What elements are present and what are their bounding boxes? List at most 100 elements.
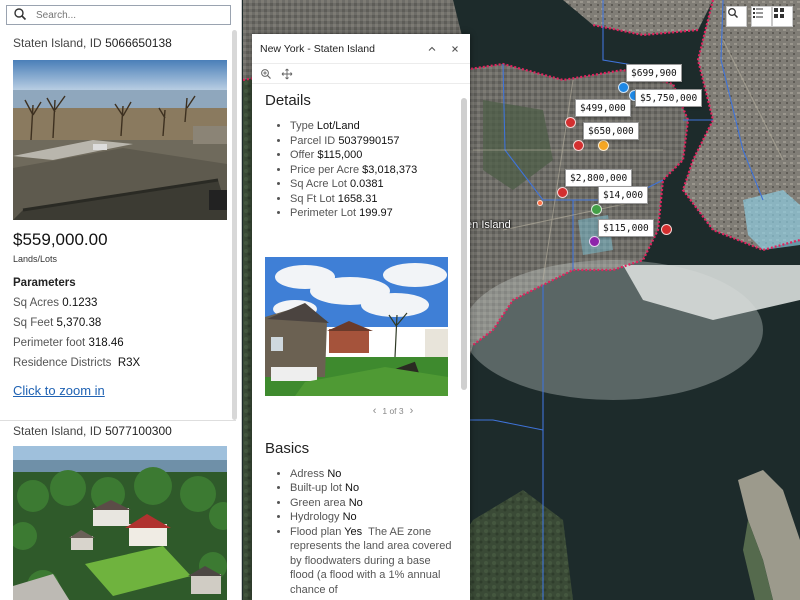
param-value: 5,370.38 [56,317,102,329]
detail-item: Price per Acre $3,018,373 [290,163,455,178]
search-input[interactable] [36,9,216,21]
listing-divider [0,420,236,421]
param-residence-district: Residence Districts R3X [13,357,228,369]
search-icon [728,8,739,19]
grid-icon [774,8,784,18]
listing-card[interactable]: Staten Island, ID 5066650138 $559,000.00… [13,36,228,398]
price-tag[interactable]: $2,800,000 [565,169,633,187]
chevron-up-icon [428,46,436,51]
map-search-button[interactable] [726,6,747,27]
param-value: R3X [117,357,141,369]
basic-item: Built-up lot No [290,481,455,496]
search-box[interactable] [6,5,231,25]
price-tag[interactable]: $699,900 [626,64,682,82]
map-pin[interactable] [565,117,576,128]
popup-toolbar [252,64,470,84]
basic-item: Flood plan Yes The AE zone represents th… [290,525,455,598]
map-pin[interactable] [589,236,600,247]
map-pin[interactable] [573,140,584,151]
price-tag[interactable]: $499,000 [575,99,631,117]
listing-card[interactable]: Staten Island, ID 5077100300 [13,424,228,600]
detail-value: $115,000 [317,149,363,161]
price-tag[interactable]: $14,000 [598,186,649,204]
map-legend-button[interactable] [751,6,772,27]
popup-title: New York - Staten Island [260,42,375,55]
param-label: Sq Feet [13,317,54,329]
basic-label: Flood plan [290,525,342,538]
param-value: 318.46 [88,337,124,349]
listing-id: 5066650138 [105,36,172,50]
listing-photo[interactable] [13,60,227,220]
map-pin[interactable] [618,82,629,93]
listing-scrollbar[interactable] [232,30,237,420]
basic-item: Green area No [290,496,455,511]
detail-item: Parcel ID 5037990157 [290,134,455,149]
zoom-to-button[interactable] [258,66,274,82]
listing-title-prefix: Staten Island, ID [13,36,102,50]
collapse-button[interactable] [424,41,440,57]
detail-item: Offer $115,000 [290,148,455,163]
detail-label: Parcel ID [290,134,336,147]
basic-label: Built-up lot [290,482,342,494]
move-icon [281,68,293,79]
detail-label: Perimeter Lot [290,207,357,219]
detail-label: Sq Acre Lot [290,178,347,190]
popup-pager: ‹ 1 of 3 › [343,405,443,417]
detail-item: Perimeter Lot 199.97 [290,206,455,221]
basic-label: Green area [290,496,346,509]
detail-value: 199.97 [359,207,393,219]
prev-photo-button[interactable]: ‹ [367,405,383,417]
map-pin[interactable] [598,140,609,151]
map-pin[interactable] [537,200,543,206]
detail-label: Type [290,120,314,132]
popup-content: Details Type Lot/Land Parcel ID 50379901… [265,92,455,597]
param-sq-acres: Sq Acres 0.1233 [13,297,228,309]
param-perimeter: Perimeter foot 318.46 [13,337,228,349]
price-tag[interactable]: $5,750,000 [635,89,703,107]
basic-value: No [348,496,363,509]
basic-label: Hydrology [290,511,340,523]
listing-price: $559,000.00 [13,230,108,249]
basics-list: Adress No Built-up lot No Green area No … [265,467,455,598]
close-button[interactable] [447,41,463,57]
map-pin[interactable] [661,224,672,235]
detail-item: Sq Ft Lot 1658.31 [290,192,455,207]
param-label: Perimeter foot [13,337,86,349]
detail-item: Sq Acre Lot 0.0381 [290,177,455,192]
popup-scrollbar[interactable] [461,98,467,390]
map-pin[interactable] [557,187,568,198]
listing-photo[interactable] [13,446,227,600]
basic-value: No [345,482,360,494]
zoom-in-link[interactable]: Click to zoom in [13,383,228,398]
popup-photo[interactable] [265,256,448,396]
detail-label: Price per Acre [290,163,360,176]
param-value: 0.1233 [62,297,98,309]
detail-value: 1658.31 [337,192,378,205]
detail-value: 0.0381 [349,178,384,190]
listing-id: 5077100300 [105,424,172,438]
param-label: Residence Districts [13,357,112,369]
detail-label: Offer [290,149,315,161]
listing-title-prefix: Staten Island, ID [13,424,102,438]
pan-button[interactable] [279,66,295,82]
basic-value: No [342,511,357,523]
map-place-label: ten Island [463,219,511,231]
param-label: Sq Acres [13,297,60,309]
price-tag[interactable]: $650,000 [583,122,639,140]
pager-text: 1 of 3 [382,405,404,416]
parameters-title: Parameters [13,277,76,289]
price-tag[interactable]: $115,000 [598,219,654,237]
detail-item: Type Lot/Land [290,119,455,134]
detail-label: Sq Ft Lot [290,192,335,205]
details-list: Type Lot/Land Parcel ID 5037990157 Offer… [265,119,455,221]
detail-value: 5037990157 [338,134,400,147]
map-basemap-button[interactable] [772,6,793,27]
popup-header: New York - Staten Island [252,34,470,64]
search-icon [14,8,27,21]
basic-value: Yes [344,525,363,538]
listing-category: Lands/Lots [13,254,58,264]
detail-value: Lot/Land [316,120,360,132]
map-pin[interactable] [591,204,602,215]
basic-item: Hydrology No [290,510,455,525]
next-photo-button[interactable]: › [404,405,420,417]
